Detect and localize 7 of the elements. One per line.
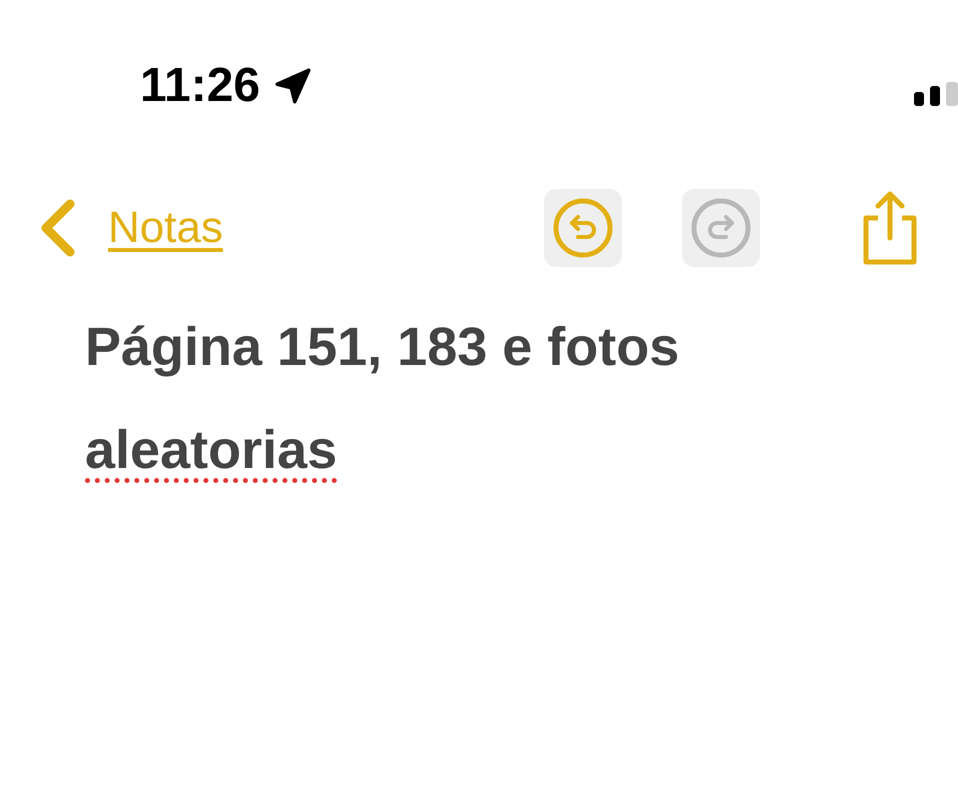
undo-button[interactable] (544, 189, 622, 267)
undo-icon (552, 197, 614, 259)
note-title: Página 151, 183 e fotos aleatorias (85, 316, 680, 482)
redo-icon (690, 197, 752, 259)
back-button[interactable]: Notas (38, 198, 223, 258)
signal-icon (914, 82, 958, 106)
status-time: 11:26 (140, 62, 260, 110)
